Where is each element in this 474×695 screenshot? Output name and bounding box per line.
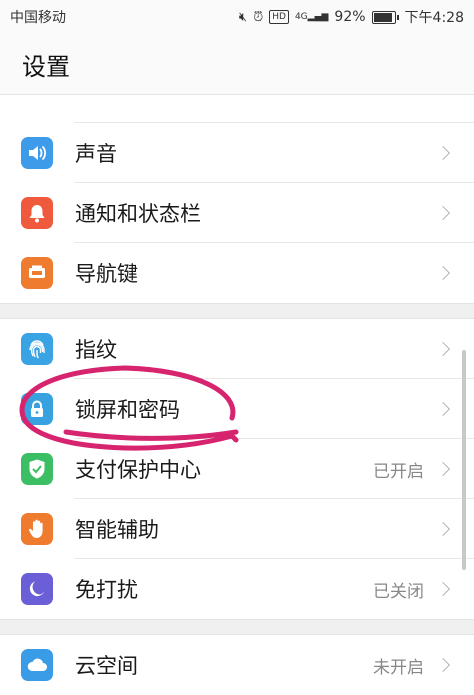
settings-item-notifications[interactable]: 通知和状态栏: [0, 183, 474, 243]
cloud-icon: [21, 649, 53, 681]
chevron-right-icon: [435, 145, 451, 161]
battery-icon: [371, 10, 399, 24]
settings-item-label: 通知和状态栏: [75, 202, 201, 226]
mute-icon: 🔇︎: [238, 9, 248, 25]
settings-group-security: 指纹 锁屏和密码 支付保护中心 已开启 智能辅助 免打扰 已关闭: [0, 319, 474, 619]
hd-icon: HD: [269, 10, 289, 24]
settings-item-label: 声音: [75, 142, 117, 166]
settings-group-display: 显示 声音 通知和状态栏 导航键: [0, 95, 474, 303]
chevron-right-icon: [435, 341, 451, 357]
settings-item-sound[interactable]: 声音: [0, 123, 474, 183]
carrier-name: 中国移动: [10, 10, 66, 26]
network-type: 4G: [294, 12, 308, 22]
clock: 下午4:28: [404, 10, 464, 26]
navigation-keys-icon: [21, 257, 53, 289]
chevron-right-icon: [435, 521, 451, 537]
settings-item-payment-protection[interactable]: 支付保护中心 已开启: [0, 439, 474, 499]
hand-icon: [21, 513, 53, 545]
settings-item-smart-assistance[interactable]: 智能辅助: [0, 499, 474, 559]
alarm-icon: ⏰︎: [253, 9, 264, 25]
signal-icon: 4G▂▄▆: [294, 12, 329, 22]
fingerprint-icon: [21, 333, 53, 365]
chevron-right-icon: [435, 265, 451, 281]
page-title-bar: 设置: [0, 34, 474, 95]
status-bar: 中国移动 🔇︎ ⏰︎ HD 4G▂▄▆ 92% 下午4:28: [0, 0, 474, 34]
settings-item-cloud-space[interactable]: 云空间 未开启: [0, 635, 474, 695]
settings-item-fingerprint[interactable]: 指纹: [0, 319, 474, 379]
status-value: 已开启: [373, 461, 424, 482]
settings-item-label: 云空间: [75, 654, 138, 678]
moon-icon: [21, 573, 53, 605]
settings-item-label: 支付保护中心: [75, 458, 201, 482]
speaker-icon: [21, 137, 53, 169]
chevron-right-icon: [435, 581, 451, 597]
group-separator: [0, 619, 474, 635]
settings-item-label: 锁屏和密码: [75, 398, 180, 422]
battery-percent: 92%: [334, 9, 366, 25]
chevron-right-icon: [435, 657, 451, 673]
status-value: 未开启: [373, 657, 424, 678]
settings-item-lock-screen[interactable]: 锁屏和密码: [0, 379, 474, 439]
settings-item-label: 指纹: [75, 338, 117, 362]
settings-item-navigation-keys[interactable]: 导航键: [0, 243, 474, 303]
settings-item-label: 导航键: [75, 262, 138, 286]
settings-item-do-not-disturb[interactable]: 免打扰 已关闭: [0, 559, 474, 619]
group-separator: [0, 303, 474, 319]
chevron-right-icon: [435, 401, 451, 417]
status-value: 已关闭: [373, 581, 424, 602]
settings-group-cloud: 云空间 未开启: [0, 635, 474, 695]
settings-item-display[interactable]: 显示: [0, 95, 474, 123]
chevron-right-icon: [435, 461, 451, 477]
shield-check-icon: [21, 453, 53, 485]
page-title: 设置: [22, 52, 70, 81]
settings-item-label: 免打扰: [75, 578, 138, 602]
chevron-right-icon: [435, 205, 451, 221]
bell-icon: [21, 197, 53, 229]
settings-item-label: 智能辅助: [75, 518, 159, 542]
settings-list[interactable]: 显示 声音 通知和状态栏 导航键: [0, 95, 474, 695]
scrollbar[interactable]: [462, 350, 466, 570]
lock-icon: [21, 393, 53, 425]
status-icons: 🔇︎ ⏰︎ HD 4G▂▄▆ 92% 下午4:28: [239, 7, 464, 27]
